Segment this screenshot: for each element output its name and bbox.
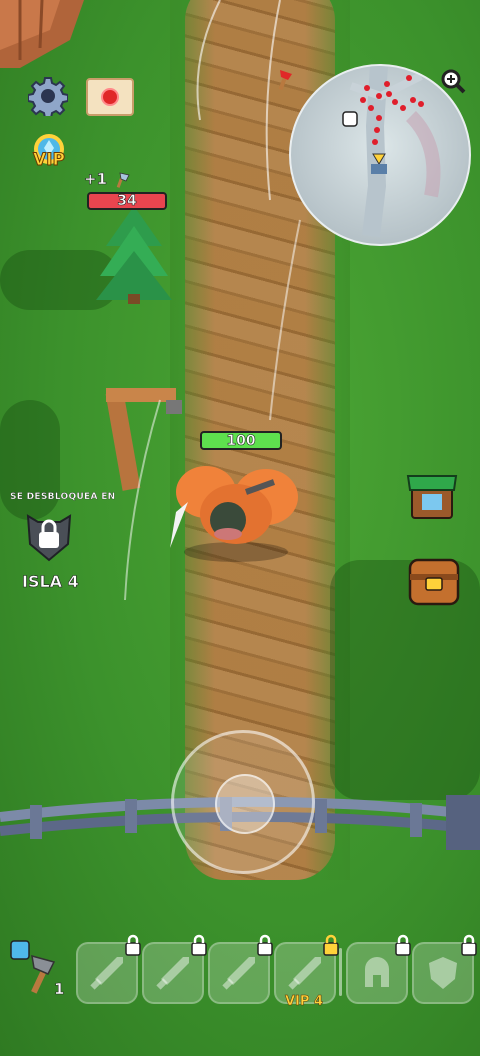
reward-text: +1 — [84, 170, 108, 189]
sword-slot-2[interactable] — [142, 934, 207, 1004]
player-health-bar: 100 — [200, 431, 282, 450]
player-health-value: 100 — [226, 432, 256, 449]
lock-icon — [191, 934, 207, 956]
lock-icon — [257, 934, 273, 956]
wooden-hut — [0, 0, 84, 68]
shop-button[interactable] — [404, 466, 460, 522]
shadow-patch — [0, 400, 60, 520]
movement-joystick[interactable] — [171, 730, 315, 874]
unlock-island-label: ISLA 4 — [22, 572, 79, 592]
sword-slot-3[interactable] — [208, 934, 273, 1004]
gear-icon — [28, 77, 68, 116]
shield-slot[interactable] — [412, 934, 477, 1004]
zoom-icon — [441, 69, 466, 94]
axe-icon — [116, 171, 130, 188]
sword-slot-1[interactable] — [76, 934, 141, 1004]
axe-count: 1 — [54, 980, 65, 999]
shield-icon — [429, 957, 457, 989]
chest-button[interactable] — [406, 554, 462, 610]
mail-icon — [101, 88, 119, 106]
joystick-knob[interactable] — [215, 774, 275, 834]
vip-label: VIP — [33, 150, 66, 171]
sword-icon — [156, 957, 189, 990]
equipment-divider — [339, 948, 342, 996]
unlock-label: SE DESBLOQUEA EN — [10, 492, 116, 502]
tree-health-value: 34 — [117, 193, 137, 209]
lock-icon — [26, 514, 72, 562]
helmet-slot[interactable] — [346, 934, 411, 1004]
reward-indicator: +1 — [84, 170, 130, 188]
zoom-button[interactable] — [440, 68, 466, 94]
settings-button[interactable] — [28, 76, 68, 116]
lock-icon — [125, 934, 141, 956]
vip-slot-label: VIP 4 — [285, 994, 324, 1010]
sword-icon — [90, 957, 123, 990]
mail-button[interactable] — [86, 78, 134, 116]
chest-icon — [408, 558, 460, 606]
gold-lock-icon — [323, 934, 339, 956]
sword-icon — [288, 957, 321, 990]
lock-icon — [461, 934, 477, 956]
lock-icon — [395, 934, 411, 956]
upgrade-icon — [10, 940, 30, 960]
sword-icon — [222, 957, 255, 990]
locked-island-button[interactable] — [24, 508, 74, 566]
helmet-icon — [365, 957, 389, 987]
equipment-bar — [0, 934, 480, 1006]
red-axe-marker-icon — [278, 70, 292, 91]
shop-icon — [406, 475, 458, 519]
tree-health-bar: 34 — [87, 192, 167, 210]
wind-streaks — [124, 0, 301, 601]
